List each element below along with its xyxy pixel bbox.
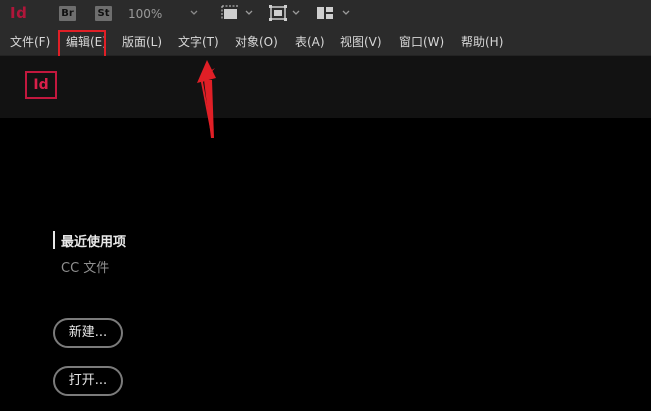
home-indesign-logo: Id bbox=[25, 71, 57, 99]
view-options-icon[interactable] bbox=[269, 5, 287, 21]
open-document-button[interactable]: 打开... bbox=[53, 366, 123, 396]
menu-help[interactable]: 帮助(H) bbox=[461, 33, 503, 50]
menu-object[interactable]: 对象(O) bbox=[235, 33, 278, 50]
menu-view[interactable]: 视图(V) bbox=[340, 33, 382, 50]
menu-type[interactable]: 文字(T) bbox=[178, 33, 219, 50]
new-document-button[interactable]: 新建... bbox=[53, 318, 123, 348]
home-header bbox=[0, 56, 651, 118]
menu-file[interactable]: 文件(F) bbox=[10, 33, 50, 50]
cc-files-link[interactable]: CC 文件 bbox=[61, 257, 109, 276]
edit-menu-highlight bbox=[58, 30, 106, 58]
chevron-down-icon[interactable] bbox=[291, 8, 301, 18]
chevron-down-icon[interactable] bbox=[189, 8, 199, 18]
stock-button[interactable]: St bbox=[95, 6, 112, 21]
indesign-window: Id Br St 100% 文件(F) 编辑(E) 版面(L) 文字(T) 对象… bbox=[0, 0, 651, 411]
workspace-icon[interactable] bbox=[316, 5, 334, 21]
zoom-level[interactable]: 100% bbox=[128, 7, 162, 21]
menu-window[interactable]: 窗口(W) bbox=[399, 33, 444, 50]
menu-table[interactable]: 表(A) bbox=[295, 33, 325, 50]
recent-items-link[interactable]: 最近使用项 bbox=[61, 231, 126, 250]
chevron-down-icon[interactable] bbox=[244, 8, 254, 18]
indesign-logo: Id bbox=[10, 4, 28, 22]
bridge-button[interactable]: Br bbox=[59, 6, 76, 21]
app-bar: Id Br St 100% bbox=[0, 0, 651, 28]
screen-mode-icon[interactable] bbox=[221, 5, 239, 21]
menu-layout[interactable]: 版面(L) bbox=[122, 33, 162, 50]
recent-selected-marker bbox=[53, 231, 55, 249]
chevron-down-icon[interactable] bbox=[341, 8, 351, 18]
